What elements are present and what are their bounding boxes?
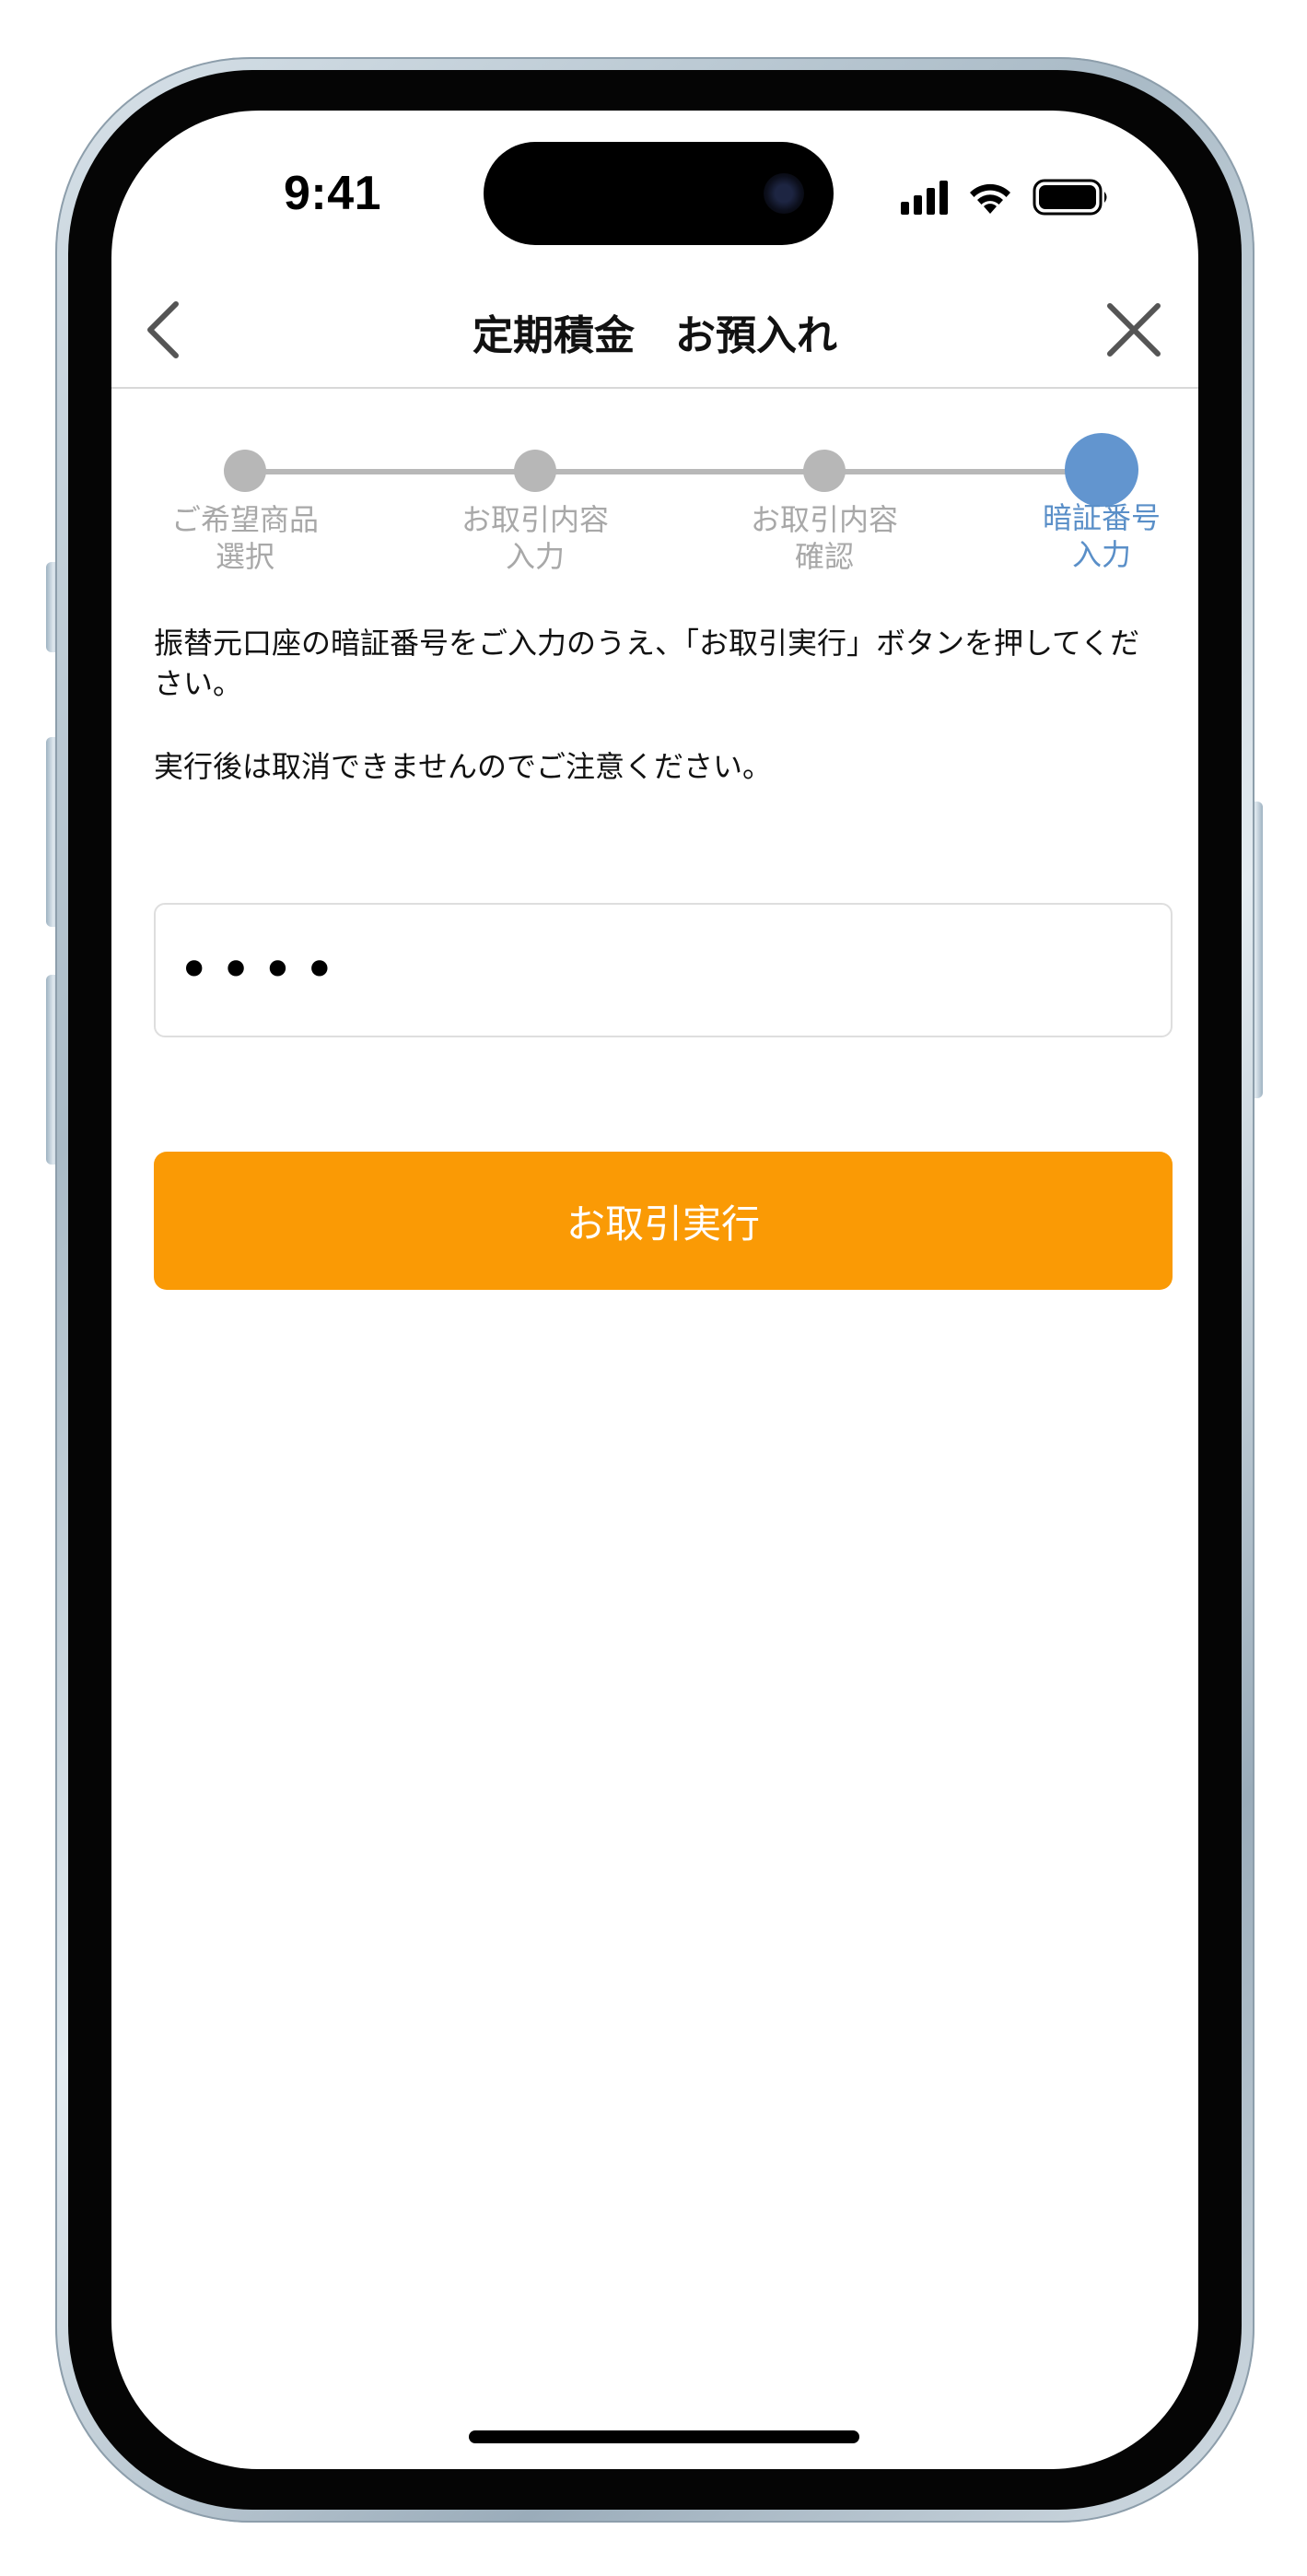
notice-text: 実行後は取消できませんのでご注意ください。 — [154, 749, 773, 784]
step-label: 暗証番号 入力 — [1042, 500, 1161, 572]
pin-input[interactable] — [154, 903, 1173, 1037]
device-canvas: 9:41 定期積金 お預入れ ご希望商品 選択 お取引内容 入力 お取引内容 確… — [0, 0, 1307, 2576]
status-icons — [901, 175, 1110, 219]
battery-icon — [1033, 179, 1107, 216]
camera-lens-icon — [764, 173, 804, 214]
wifi-icon — [970, 183, 1010, 214]
step-label: お取引内容 確認 — [750, 502, 898, 574]
dynamic-island — [484, 142, 834, 245]
navigation-bar: 定期積金 お預入れ — [111, 275, 1198, 389]
execute-transaction-button[interactable]: お取引実行 — [154, 1152, 1173, 1290]
step-2: お取引内容 入力 — [434, 424, 636, 575]
chevron-left-icon — [147, 301, 179, 358]
step-1: ご希望商品 選択 — [144, 424, 346, 575]
cellular-signal-icon — [901, 180, 948, 215]
progress-stepper: ご希望商品 選択 お取引内容 入力 お取引内容 確認 暗証番号 入力 — [111, 424, 1198, 590]
page-title: 定期積金 お預入れ — [473, 312, 837, 359]
step-dot — [514, 450, 556, 492]
instruction-text: 振替元口座の暗証番号をご入力のうえ、「お取引実行」ボタンを押してください。 — [154, 626, 1140, 701]
step-dot-active — [1065, 433, 1138, 507]
step-dot — [803, 450, 846, 492]
status-time: 9:41 — [283, 167, 382, 220]
home-indicator[interactable] — [469, 2430, 859, 2443]
app-screen: 9:41 定期積金 お預入れ ご希望商品 選択 お取引内容 入力 お取引内容 確… — [111, 111, 1198, 2469]
step-dot — [224, 450, 266, 492]
step-label: ご希望商品 選択 — [170, 502, 319, 574]
close-button[interactable] — [1097, 293, 1171, 367]
step-4-current: 暗証番号 入力 — [1000, 424, 1198, 573]
back-button[interactable] — [126, 293, 200, 367]
stepper-line — [227, 469, 1102, 474]
close-icon — [1107, 303, 1161, 357]
step-label: お取引内容 入力 — [461, 502, 609, 574]
step-3: お取引内容 確認 — [723, 424, 926, 575]
